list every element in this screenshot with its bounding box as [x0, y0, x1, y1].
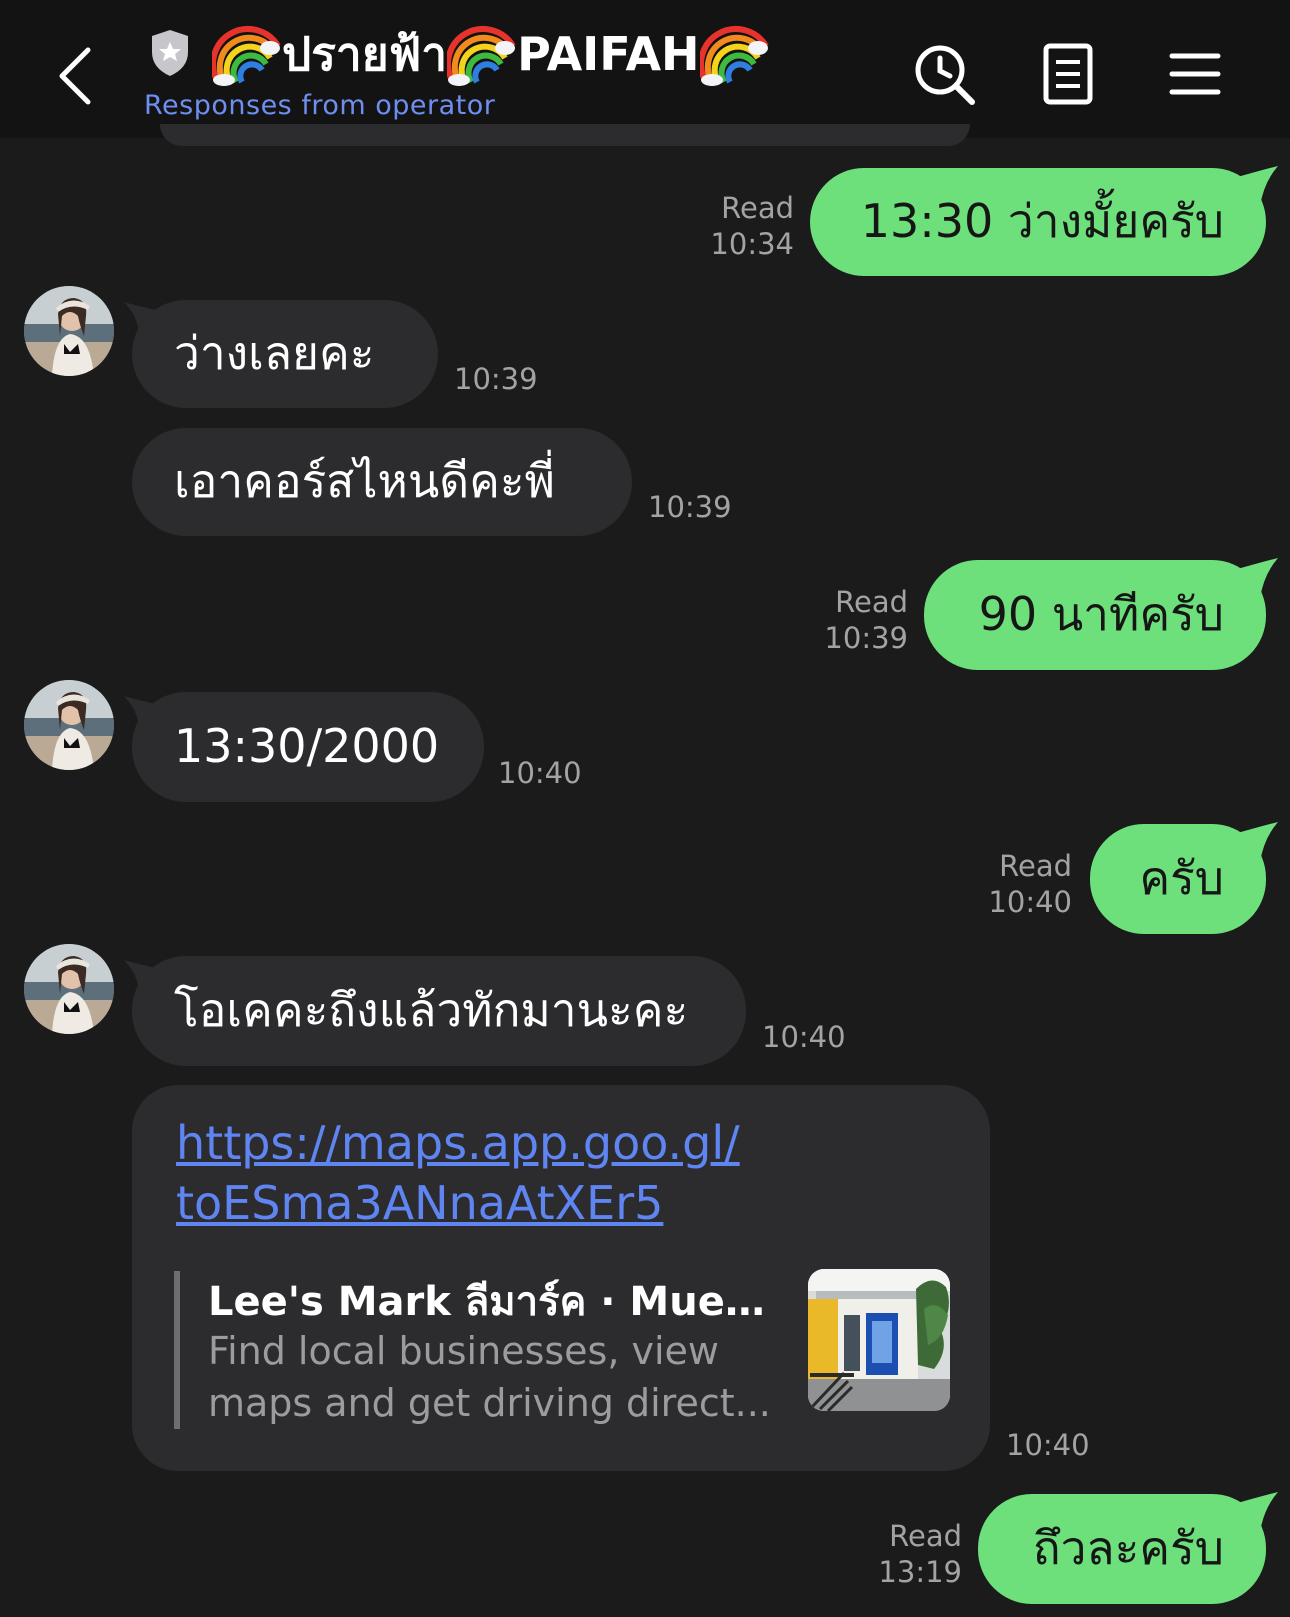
bubble-tail	[1234, 166, 1278, 206]
chat-title: ปรายฟ้า PAIFAH	[212, 14, 770, 94]
preview-desc-line: Find local businesses, view	[208, 1329, 720, 1373]
bubble-tail	[1234, 822, 1278, 862]
message-meta: Read 13:19	[878, 1518, 962, 1591]
title-latin: PAIFAH	[517, 27, 700, 81]
read-receipt: Read	[721, 191, 794, 225]
outgoing-message-bubble[interactable]: 90 นาทีครับ	[924, 560, 1266, 670]
avatar[interactable]	[24, 286, 114, 376]
message-time: 10:40	[762, 1020, 846, 1054]
rainbow-emoji	[447, 22, 517, 86]
outgoing-message-bubble[interactable]: ถึวละครับ	[978, 1494, 1266, 1604]
message-time: 10:34	[710, 227, 794, 262]
message-text: 90 นาทีครับ	[978, 587, 1224, 642]
message-text: ครับ	[1139, 851, 1224, 906]
message-meta: Read 10:34	[710, 190, 794, 263]
rainbow-emoji	[212, 22, 282, 86]
read-receipt: Read	[889, 1519, 962, 1553]
message-meta: Read 10:40	[988, 848, 1072, 921]
link-url-line: https://maps.app.goo.gl/	[176, 1116, 740, 1170]
message-time: 10:39	[648, 490, 732, 524]
back-icon[interactable]	[52, 40, 112, 110]
message-meta: Read 10:39	[824, 584, 908, 657]
message-text: โอเคคะถึงแล้วทักมานะคะ	[174, 983, 689, 1038]
preview-accent-bar	[174, 1271, 180, 1429]
link-preview-title: Lee's Mark ลีมาร์ค · Mue...	[208, 1279, 768, 1325]
search-history-icon[interactable]	[910, 40, 980, 110]
outgoing-message-bubble[interactable]: 13:30 ว่างมั้ยครับ	[810, 168, 1266, 276]
menu-icon[interactable]	[1160, 40, 1230, 110]
incoming-message-bubble[interactable]: โอเคคะถึงแล้วทักมานะคะ	[132, 956, 746, 1066]
title-thai: ปรายฟ้า	[282, 27, 448, 81]
link-preview-thumbnail[interactable]	[808, 1269, 950, 1411]
message-time: 10:39	[824, 621, 908, 656]
read-receipt: Read	[999, 849, 1072, 883]
preview-desc-line: maps and get driving direct...	[208, 1381, 771, 1425]
incoming-message-bubble[interactable]: ว่างเลยคะ	[132, 300, 438, 408]
message-time: 10:39	[454, 362, 538, 396]
incoming-message-bubble[interactable]: เอาคอร์สไหนดีคะพี่	[132, 428, 632, 536]
message-time: 10:40	[1006, 1428, 1090, 1462]
message-time: 13:19	[878, 1555, 962, 1590]
message-text: เอาคอร์สไหนดีคะพี่	[174, 454, 555, 509]
link-preview-description: Find local businesses, view maps and get…	[208, 1325, 778, 1429]
avatar[interactable]	[24, 944, 114, 1034]
message-time: 10:40	[988, 885, 1072, 920]
message-time: 10:40	[498, 756, 582, 790]
avatar[interactable]	[24, 680, 114, 770]
previous-message-edge	[160, 124, 970, 146]
message-text: 13:30/2000	[174, 719, 440, 774]
bubble-tail	[1234, 1492, 1278, 1532]
link-message-card[interactable]: https://maps.app.goo.gl/ toESma3ANnaAtXE…	[132, 1085, 990, 1471]
incoming-message-bubble[interactable]: 13:30/2000	[132, 692, 484, 802]
map-link[interactable]: https://maps.app.goo.gl/ toESma3ANnaAtXE…	[176, 1113, 776, 1233]
link-url-line: toESma3ANnaAtXEr5	[176, 1176, 664, 1230]
chat-subtitle: Responses from operator	[144, 90, 496, 121]
message-text: ถึวละครับ	[1032, 1521, 1224, 1576]
bubble-tail	[1234, 558, 1278, 598]
message-text: 13:30 ว่างมั้ยครับ	[860, 194, 1224, 249]
rainbow-emoji	[700, 22, 770, 86]
read-receipt: Read	[835, 585, 908, 619]
shield-badge-icon	[148, 28, 192, 78]
chat-header: ปรายฟ้า PAIFAH Responses from operator	[0, 0, 1290, 138]
notes-icon[interactable]	[1034, 40, 1104, 110]
message-text: ว่างเลยคะ	[174, 326, 375, 381]
